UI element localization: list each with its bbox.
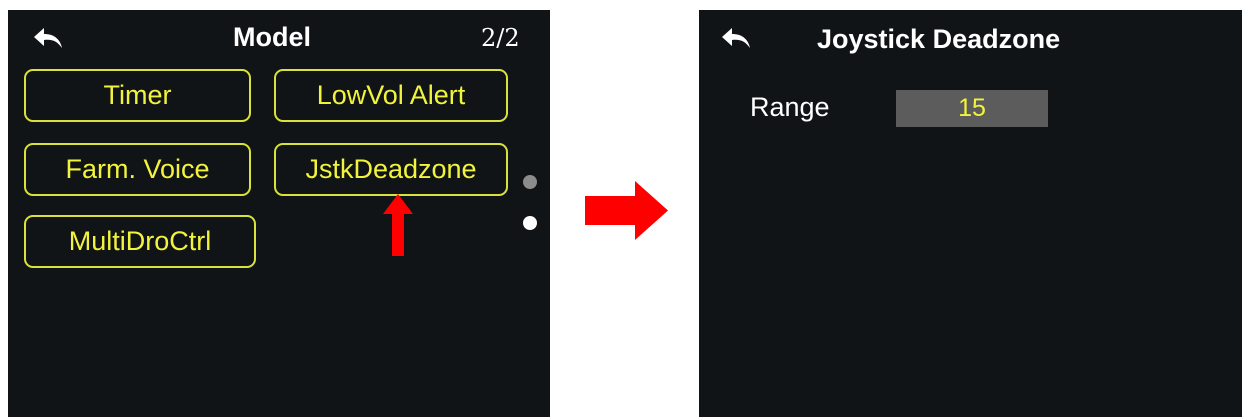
right-arrow-annotation-icon (585, 181, 668, 240)
page-dot (523, 175, 537, 189)
model-menu-screen: Model 2/2 Timer LowVol Alert Farm. Voice… (8, 10, 550, 417)
page-dot-active (523, 216, 537, 230)
range-label: Range (750, 92, 830, 122)
back-arrow-icon[interactable] (32, 26, 66, 52)
up-arrow-annotation-icon (383, 194, 413, 256)
page-title: Joystick Deadzone (817, 24, 1061, 54)
page-title: Model (233, 22, 311, 52)
page-indicator: 2/2 (481, 24, 520, 52)
range-value-field[interactable]: 15 (896, 90, 1048, 127)
timer-button[interactable]: Timer (24, 69, 251, 122)
multidroctrl-button[interactable]: MultiDroCtrl (24, 215, 256, 268)
joystick-deadzone-screen: Joystick Deadzone Range 15 (699, 10, 1242, 417)
lowvol-alert-button[interactable]: LowVol Alert (274, 69, 508, 122)
jstk-deadzone-button[interactable]: JstkDeadzone (274, 143, 508, 196)
farm-voice-button[interactable]: Farm. Voice (24, 143, 251, 196)
back-arrow-icon[interactable] (720, 26, 754, 52)
